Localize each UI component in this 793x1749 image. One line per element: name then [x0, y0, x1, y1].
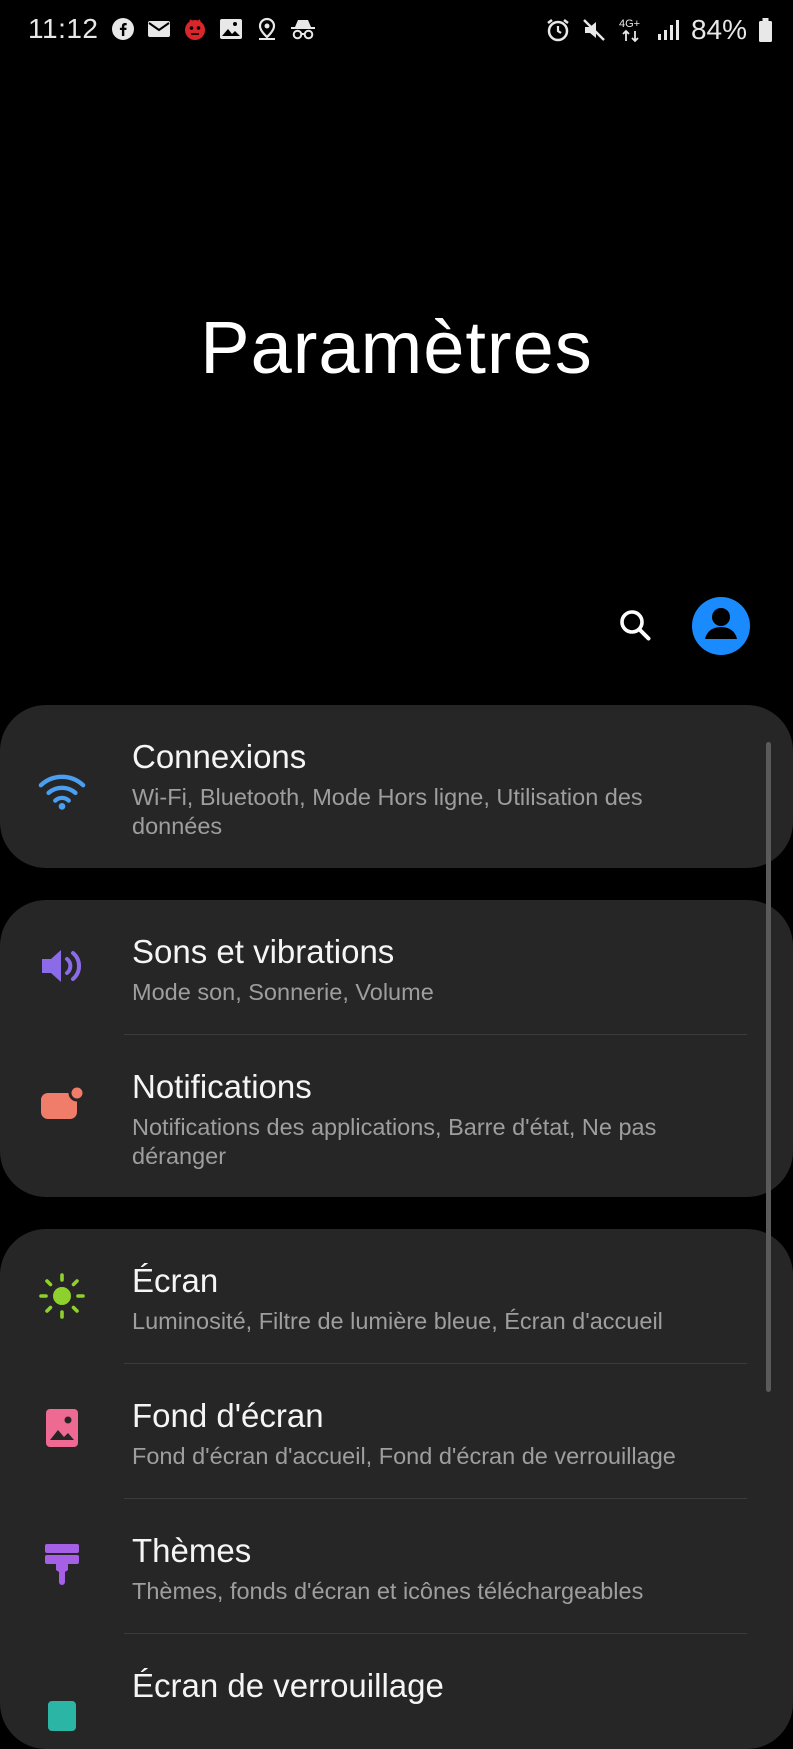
brightness-icon — [38, 1272, 86, 1320]
settings-item-display[interactable]: Écran Luminosité, Filtre de lumière bleu… — [0, 1229, 793, 1363]
settings-item-sounds[interactable]: Sons et vibrations Mode son, Sonnerie, V… — [0, 900, 793, 1034]
volume-icon — [38, 942, 86, 990]
settings-item-subtitle: Fond d'écran d'accueil, Fond d'écran de … — [132, 1443, 676, 1469]
notification-icon — [38, 1079, 86, 1127]
search-icon — [617, 607, 653, 648]
settings-item-subtitle: Luminosité, Filtre de lumière bleue, Écr… — [132, 1308, 663, 1334]
settings-item-themes[interactable]: Thèmes Thèmes, fonds d'écran et icônes t… — [0, 1499, 793, 1633]
location-icon — [254, 16, 280, 42]
mute-icon — [581, 17, 607, 43]
settings-card-sounds-notifications: Sons et vibrations Mode son, Sonnerie, V… — [0, 900, 793, 1197]
settings-item-title: Connexions — [132, 738, 307, 775]
settings-item-subtitle: Wi-Fi, Bluetooth, Mode Hors ligne, Utili… — [132, 784, 643, 839]
bug-icon — [182, 16, 208, 42]
svg-text:4G+: 4G+ — [619, 18, 640, 30]
page-title: Paramètres — [200, 306, 593, 389]
signal-icon — [655, 17, 681, 43]
settings-item-subtitle: Notifications des applications, Barre d'… — [132, 1114, 657, 1169]
search-button[interactable] — [610, 602, 660, 652]
settings-item-lockscreen[interactable]: Écran de verrouillage — [0, 1634, 793, 1749]
mail-icon — [146, 16, 172, 42]
status-time: 11:12 — [28, 13, 99, 44]
settings-item-notifications[interactable]: Notifications Notifications des applicat… — [0, 1035, 793, 1197]
battery-percentage: 84% — [690, 14, 747, 45]
incognito-icon — [290, 16, 316, 42]
settings-item-connections[interactable]: Connexions Wi-Fi, Bluetooth, Mode Hors l… — [0, 705, 793, 868]
account-button[interactable] — [692, 597, 750, 655]
settings-item-wallpaper[interactable]: Fond d'écran Fond d'écran d'accueil, Fon… — [0, 1364, 793, 1498]
image-icon — [218, 16, 244, 42]
settings-item-title: Thèmes — [132, 1532, 252, 1569]
settings-card-display: Écran Luminosité, Filtre de lumière bleu… — [0, 1229, 793, 1749]
status-bar: 11:12 4G+ 84% — [0, 0, 793, 60]
settings-item-subtitle: Thèmes, fonds d'écran et icônes téléchar… — [132, 1578, 644, 1604]
scrollbar[interactable] — [766, 742, 771, 1392]
lock-screen-icon — [38, 1692, 86, 1740]
settings-item-subtitle: Mode son, Sonnerie, Volume — [132, 979, 434, 1005]
battery-icon — [757, 17, 773, 43]
theme-brush-icon — [38, 1539, 86, 1587]
settings-item-title: Notifications — [132, 1068, 312, 1105]
facebook-icon — [110, 16, 136, 42]
wallpaper-icon — [38, 1404, 86, 1452]
profile-icon — [692, 597, 750, 655]
settings-item-title: Fond d'écran — [132, 1397, 324, 1434]
alarm-icon — [545, 17, 571, 43]
settings-card-connections: Connexions Wi-Fi, Bluetooth, Mode Hors l… — [0, 705, 793, 868]
settings-item-title: Écran — [132, 1262, 219, 1299]
wifi-icon — [38, 767, 86, 815]
settings-item-title: Sons et vibrations — [132, 933, 395, 970]
network-4g-icon: 4G+ — [617, 17, 645, 43]
settings-item-title: Écran de verrouillage — [132, 1667, 444, 1704]
